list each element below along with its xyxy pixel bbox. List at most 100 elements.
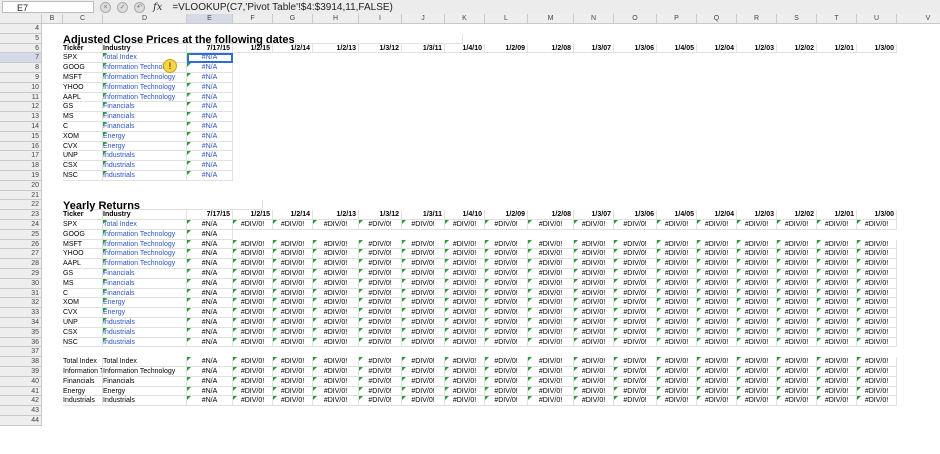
return-cell[interactable]: #DIV/0! (737, 269, 777, 279)
summary-cell[interactable]: #DIV/0! (777, 386, 817, 397)
ticker-cell[interactable]: MS (63, 112, 103, 122)
row-header-28[interactable]: 28 (0, 259, 42, 269)
return-cell[interactable]: #DIV/0! (574, 308, 614, 318)
return-cell[interactable]: #DIV/0! (737, 239, 777, 250)
summary-cell[interactable]: #DIV/0! (777, 376, 817, 387)
summary-cell[interactable]: #DIV/0! (359, 386, 402, 397)
date-header[interactable]: 1/2/08 (528, 210, 574, 220)
return-cell[interactable]: #DIV/0! (528, 239, 574, 250)
return-cell[interactable]: #DIV/0! (445, 337, 485, 348)
return-cell[interactable]: #DIV/0! (528, 220, 574, 230)
summary-cell[interactable]: #N/A (187, 396, 233, 407)
return-cell[interactable]: #DIV/0! (528, 269, 574, 279)
column-header-k[interactable]: K (445, 14, 485, 24)
return-cell[interactable]: #DIV/0! (737, 298, 777, 309)
summary-cell[interactable]: #DIV/0! (445, 376, 485, 387)
ticker-cell[interactable]: NSC (63, 337, 103, 348)
summary-label[interactable]: Industrials (63, 396, 103, 407)
ticker-cell[interactable]: C (63, 288, 103, 299)
return-cell[interactable]: #DIV/0! (402, 327, 445, 338)
price-cell[interactable]: #N/A (187, 161, 233, 171)
summary-cell[interactable]: #DIV/0! (273, 367, 313, 377)
summary-cell[interactable]: #DIV/0! (528, 376, 574, 387)
return-cell[interactable]: #DIV/0! (857, 337, 897, 348)
return-cell[interactable]: #DIV/0! (777, 239, 817, 250)
summary-cell[interactable]: #DIV/0! (857, 357, 897, 367)
return-cell[interactable]: #DIV/0! (359, 239, 402, 250)
summary-industry[interactable]: Energy (103, 386, 187, 397)
date-header[interactable]: 1/3/00 (857, 210, 897, 220)
return-cell[interactable]: #DIV/0! (313, 288, 359, 299)
return-cell[interactable]: #DIV/0! (817, 298, 857, 309)
summary-industry[interactable]: Industrials (103, 396, 187, 407)
return-cell[interactable]: #DIV/0! (777, 337, 817, 348)
row-header-7[interactable]: 7 (0, 53, 42, 64)
summary-cell[interactable]: #DIV/0! (233, 396, 273, 407)
summary-label[interactable]: Financials (63, 376, 103, 387)
industry-link[interactable]: Energy (103, 141, 187, 152)
return-cell[interactable]: #DIV/0! (657, 259, 697, 269)
return-cell[interactable]: #DIV/0! (817, 239, 857, 250)
return-cell[interactable]: #DIV/0! (817, 288, 857, 299)
summary-cell[interactable]: #DIV/0! (614, 357, 657, 367)
return-cell[interactable]: #DIV/0! (233, 249, 273, 260)
summary-cell[interactable]: #DIV/0! (313, 396, 359, 407)
ticker-cell[interactable]: GS (63, 102, 103, 113)
industry-link[interactable]: Industrials (103, 337, 187, 348)
date-header[interactable]: 1/2/09 (485, 210, 528, 220)
industry-link[interactable]: Information Technology (103, 92, 187, 103)
ticker-header[interactable]: Ticker (63, 43, 103, 54)
row-header-37[interactable]: 37 (0, 347, 42, 358)
summary-cell[interactable]: #DIV/0! (313, 357, 359, 367)
return-cell[interactable]: #DIV/0! (614, 239, 657, 250)
return-cell[interactable]: #N/A (187, 337, 233, 348)
ticker-cell[interactable]: GS (63, 269, 103, 279)
date-header[interactable]: 1/3/06 (614, 210, 657, 220)
name-box[interactable]: E7 (2, 1, 94, 13)
return-cell[interactable]: #DIV/0! (485, 288, 528, 299)
return-cell[interactable]: #DIV/0! (817, 318, 857, 328)
industry-header[interactable]: Industry (103, 43, 187, 54)
ticker-cell[interactable]: SPX (63, 53, 103, 64)
summary-cell[interactable]: #DIV/0! (359, 376, 402, 387)
return-cell[interactable]: #DIV/0! (445, 298, 485, 309)
ticker-cell[interactable]: CSX (63, 327, 103, 338)
summary-cell[interactable]: #DIV/0! (233, 386, 273, 397)
column-header-m[interactable]: M (528, 14, 574, 24)
return-cell[interactable]: #DIV/0! (445, 318, 485, 328)
return-cell[interactable]: #DIV/0! (359, 288, 402, 299)
summary-cell[interactable]: #DIV/0! (857, 396, 897, 407)
date-header[interactable]: 1/2/03 (737, 210, 777, 220)
return-cell[interactable]: #DIV/0! (273, 308, 313, 318)
return-cell[interactable]: #DIV/0! (528, 318, 574, 328)
date-header[interactable]: 1/2/02 (777, 210, 817, 220)
return-cell[interactable]: #N/A (187, 220, 233, 230)
return-cell[interactable]: #DIV/0! (233, 298, 273, 309)
return-cell[interactable]: #DIV/0! (528, 249, 574, 260)
row-header-41[interactable]: 41 (0, 386, 42, 397)
industry-link[interactable]: Financials (103, 112, 187, 122)
return-cell[interactable]: #DIV/0! (273, 259, 313, 269)
ticker-cell[interactable]: UNP (63, 318, 103, 328)
summary-cell[interactable]: #DIV/0! (402, 396, 445, 407)
industry-link[interactable]: Energy (103, 308, 187, 318)
industry-link[interactable]: Information Technology (103, 73, 187, 83)
return-cell[interactable]: #DIV/0! (445, 239, 485, 250)
date-header[interactable]: 1/3/06 (614, 43, 657, 54)
ticker-cell[interactable]: MSFT (63, 239, 103, 250)
return-cell[interactable]: #DIV/0! (697, 278, 737, 289)
return-cell[interactable]: #DIV/0! (359, 318, 402, 328)
return-cell[interactable]: #DIV/0! (817, 249, 857, 260)
return-cell[interactable]: #DIV/0! (313, 318, 359, 328)
return-cell[interactable]: #DIV/0! (273, 239, 313, 250)
return-cell[interactable]: #DIV/0! (614, 308, 657, 318)
return-cell[interactable]: #DIV/0! (313, 239, 359, 250)
return-cell[interactable]: #DIV/0! (574, 278, 614, 289)
return-cell[interactable]: #N/A (187, 327, 233, 338)
return-cell[interactable]: #DIV/0! (485, 220, 528, 230)
return-cell[interactable]: #DIV/0! (657, 239, 697, 250)
column-header-b[interactable]: B (42, 14, 63, 24)
ticker-cell[interactable]: YHOO (63, 82, 103, 93)
return-cell[interactable]: #DIV/0! (528, 327, 574, 338)
date-header[interactable]: 1/2/02 (777, 43, 817, 54)
